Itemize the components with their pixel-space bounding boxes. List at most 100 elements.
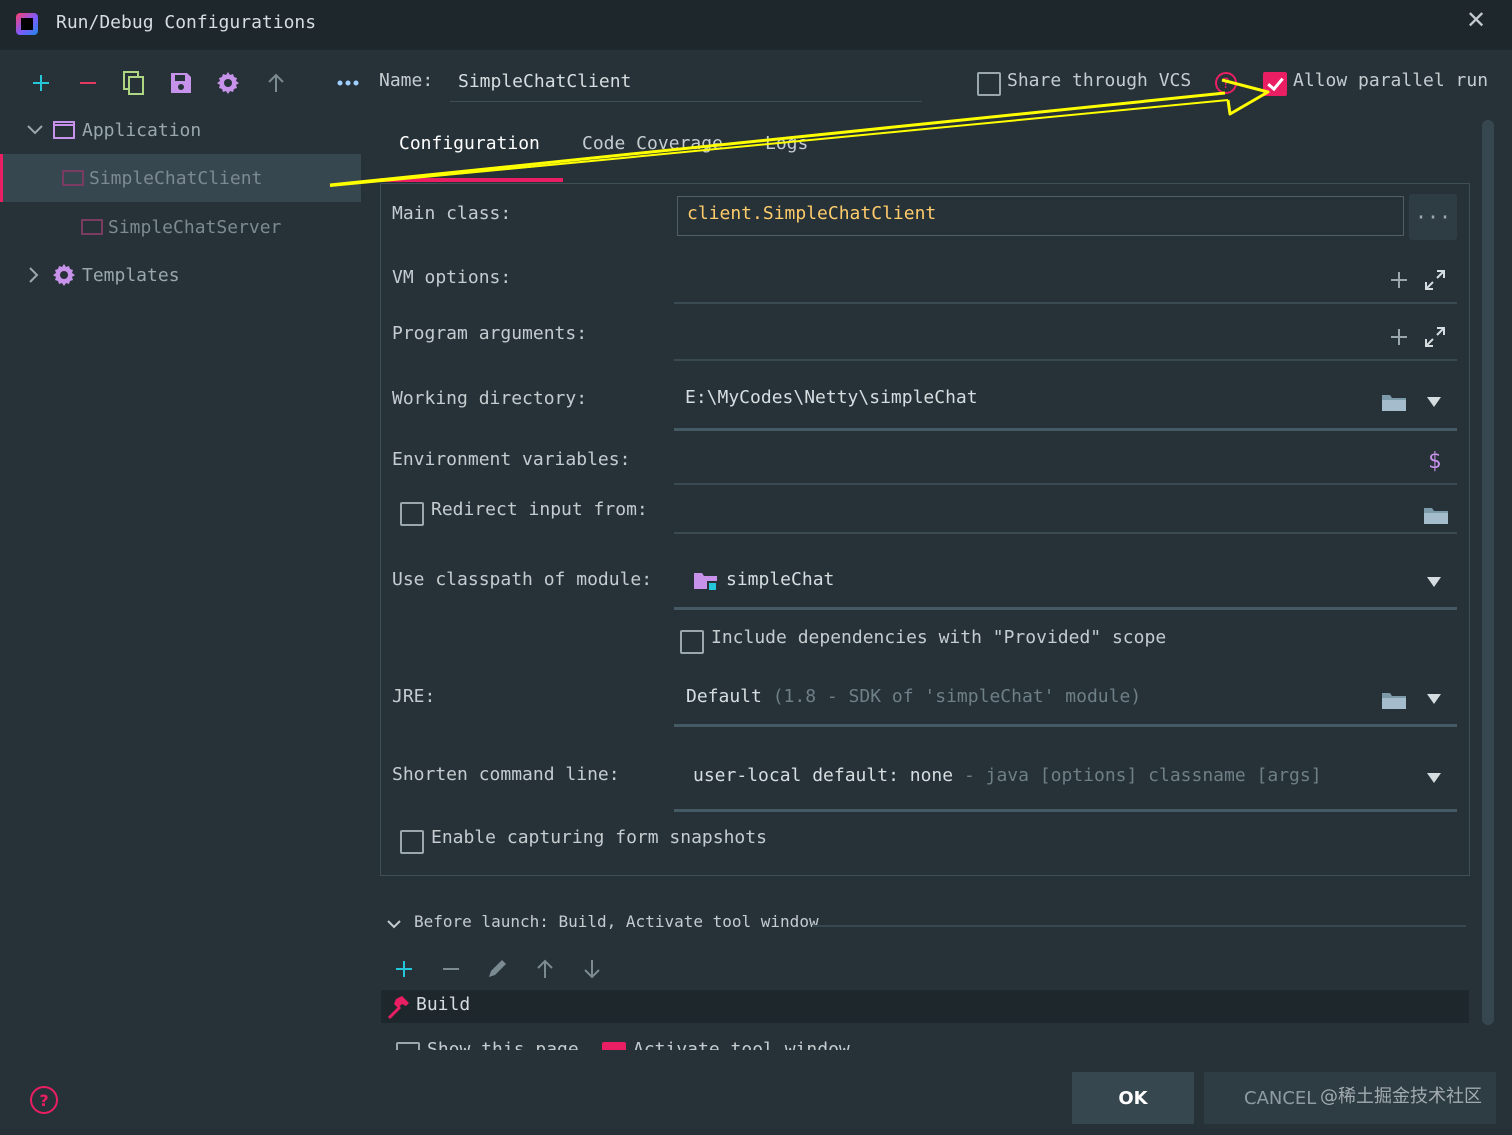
redirect-input-checkbox[interactable]	[400, 502, 424, 526]
shorten-hint: - java [options] classname [args]	[963, 765, 1322, 786]
move-down-icon[interactable]	[580, 957, 604, 981]
add-icon[interactable]	[26, 68, 56, 98]
share-vcs-label: Share through VCS	[1007, 70, 1192, 91]
edit-icon[interactable]	[485, 957, 509, 981]
folder-icon[interactable]	[1422, 503, 1450, 527]
snapshots-checkbox[interactable]	[400, 830, 424, 854]
activate-tool-checkbox[interactable]	[602, 1042, 626, 1050]
copy-icon[interactable]	[119, 68, 149, 98]
app-config-icon	[81, 219, 103, 235]
jre-value[interactable]: Default (1.8 - SDK of 'simpleChat' modul…	[686, 686, 1141, 707]
tree-group-label: Application	[82, 119, 202, 141]
chevron-down-icon[interactable]	[26, 124, 44, 136]
include-deps-checkbox[interactable]	[680, 630, 704, 654]
watermark-text: @稀土掘金技术社区	[1320, 1086, 1482, 1107]
jre-default: Default	[686, 686, 762, 707]
vm-options-field[interactable]	[674, 302, 1457, 304]
program-args-label: Program arguments:	[392, 323, 588, 344]
move-up-icon[interactable]	[261, 68, 291, 98]
build-item[interactable]: Build	[416, 994, 470, 1015]
tree-group-label: Templates	[82, 264, 180, 286]
module-folder-icon	[694, 573, 718, 592]
classpath-value: simpleChat	[726, 569, 835, 590]
snapshots-label: Enable capturing form snapshots	[431, 827, 767, 848]
folder-icon[interactable]	[1380, 390, 1408, 414]
activate-tool-label: Activate tool window	[633, 1039, 850, 1050]
tree-group-application[interactable]: Application	[0, 106, 362, 154]
allow-parallel-label: Allow parallel run	[1293, 70, 1489, 91]
tree-item-label: SimpleChatClient	[89, 167, 263, 189]
chevron-down-icon[interactable]	[386, 919, 402, 931]
remove-icon[interactable]	[439, 957, 463, 981]
working-dir-label: Working directory:	[392, 388, 588, 409]
tree-group-templates[interactable]: Templates	[0, 251, 362, 299]
classpath-label: Use classpath of module:	[392, 569, 653, 590]
show-page-label: Show this page	[427, 1039, 579, 1050]
expand-icon[interactable]	[1423, 268, 1447, 292]
working-dir-field[interactable]	[674, 428, 1457, 431]
classpath-select[interactable]	[674, 607, 1457, 610]
gear-icon[interactable]	[213, 68, 243, 98]
shorten-label: Shorten command line:	[392, 764, 620, 785]
redirect-input-field[interactable]	[674, 532, 1457, 534]
remove-icon[interactable]	[73, 68, 103, 98]
active-tab-indicator	[380, 178, 563, 182]
shorten-select[interactable]	[674, 809, 1457, 812]
jre-field[interactable]	[674, 724, 1457, 727]
env-vars-field[interactable]	[674, 483, 1457, 485]
before-launch-title[interactable]: Before launch: Build, Activate tool wind…	[414, 912, 819, 931]
tree-item-simplechatserver[interactable]: SimpleChatServer	[0, 203, 362, 251]
main-class-value: client.SimpleChatClient	[687, 203, 937, 224]
chevron-right-icon[interactable]	[28, 266, 40, 284]
tab-code-coverage[interactable]: Code Coverage	[582, 133, 723, 154]
include-deps-label: Include dependencies with "Provided" sco…	[711, 627, 1167, 648]
main-class-label: Main class:	[392, 203, 512, 224]
hammer-icon	[387, 996, 409, 1020]
folder-icon[interactable]	[1380, 688, 1408, 712]
gear-icon	[53, 264, 75, 286]
close-icon[interactable]: ✕	[1466, 6, 1486, 34]
chevron-down-icon[interactable]	[1424, 689, 1444, 709]
name-label: Name:	[379, 70, 434, 91]
window-title: Run/Debug Configurations	[56, 12, 317, 33]
app-config-icon	[62, 170, 84, 186]
tab-logs[interactable]: Logs	[765, 133, 808, 154]
env-vars-label: Environment variables:	[392, 449, 631, 470]
divider	[812, 925, 1466, 927]
jre-label: JRE:	[392, 686, 436, 707]
svg-text:?: ?	[1222, 76, 1229, 92]
application-icon	[53, 121, 75, 139]
tab-configuration[interactable]: Configuration	[399, 133, 540, 154]
expand-icon[interactable]	[1423, 325, 1447, 349]
more-icon[interactable]	[333, 68, 363, 98]
add-icon[interactable]	[1387, 325, 1411, 349]
show-page-checkbox[interactable]	[396, 1042, 420, 1050]
shorten-value[interactable]: user-local default: none - java [options…	[693, 765, 1322, 786]
chevron-down-icon[interactable]	[1424, 392, 1444, 412]
ok-button[interactable]: OK	[1072, 1072, 1194, 1124]
tree-item-label: SimpleChatServer	[108, 216, 282, 238]
vm-options-label: VM options:	[392, 267, 512, 288]
redirect-input-label: Redirect input from:	[431, 499, 648, 520]
jre-hint: (1.8 - SDK of 'simpleChat' module)	[772, 686, 1142, 707]
chevron-down-icon[interactable]	[1424, 572, 1444, 592]
working-dir-value[interactable]: E:\MyCodes\Netty\simpleChat	[685, 387, 978, 408]
help-icon[interactable]: ?	[30, 1086, 58, 1114]
program-args-field[interactable]	[674, 359, 1457, 361]
browse-button[interactable]: ···	[1409, 194, 1457, 240]
dollar-icon[interactable]: $	[1428, 449, 1441, 474]
add-icon[interactable]	[1387, 268, 1411, 292]
save-icon[interactable]	[166, 68, 196, 98]
name-input[interactable]	[450, 62, 922, 102]
help-icon[interactable]: ?	[1214, 71, 1238, 95]
add-icon[interactable]	[392, 957, 416, 981]
before-launch-list	[381, 990, 1469, 1023]
shorten-selected: user-local default: none	[693, 765, 954, 786]
tree-item-simplechatclient[interactable]: SimpleChatClient	[0, 154, 361, 202]
move-up-icon[interactable]	[533, 957, 557, 981]
share-vcs-checkbox[interactable]	[977, 72, 1001, 96]
chevron-down-icon[interactable]	[1424, 768, 1444, 788]
intellij-logo-icon	[16, 13, 38, 35]
scrollbar[interactable]	[1482, 120, 1494, 1025]
allow-parallel-checkbox[interactable]	[1263, 72, 1287, 96]
